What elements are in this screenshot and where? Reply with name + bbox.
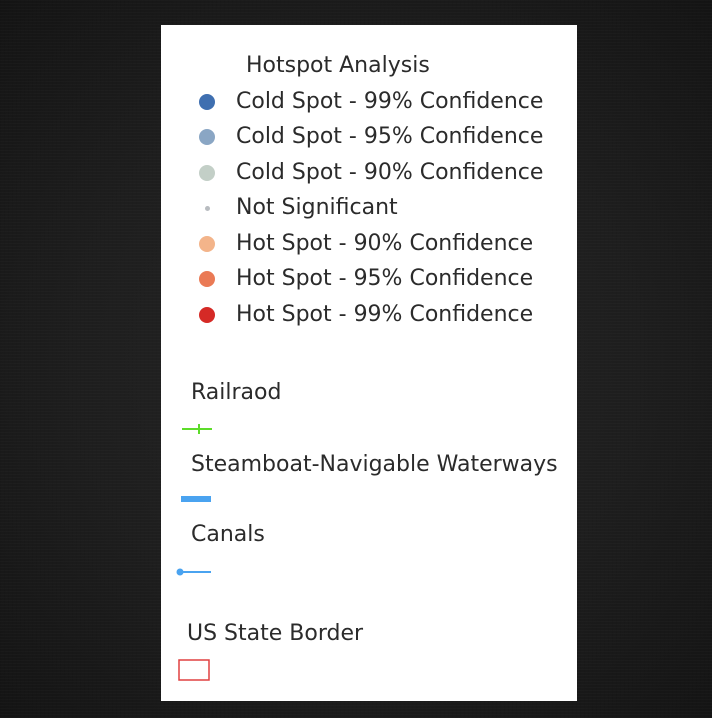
hot-spot-95-dot-icon — [199, 271, 215, 287]
legend-item-label: Not Significant — [236, 195, 398, 220]
legend-item-label: Cold Spot - 90% Confidence — [236, 160, 544, 185]
cold-spot-95-dot-icon — [199, 129, 215, 145]
legend-item-cold-spot-99: Cold Spot - 99% Confidence — [161, 87, 577, 117]
legend-item-hot-spot-90: Hot Spot - 90% Confidence — [161, 229, 577, 259]
railroad-label: Railraod — [191, 380, 282, 405]
state-border-label: US State Border — [187, 621, 364, 646]
state-border-box — [178, 659, 210, 681]
legend-item-label: Cold Spot - 99% Confidence — [236, 89, 544, 114]
cold-spot-90-dot-icon — [199, 165, 215, 181]
cold-spot-99-dot-icon — [199, 94, 215, 110]
legend-item-label: Hot Spot - 99% Confidence — [236, 302, 534, 327]
waterways-label: Steamboat-Navigable Waterways — [191, 452, 558, 477]
legend-item-label: Cold Spot - 95% Confidence — [236, 124, 544, 149]
hotspot-analysis-title: Hotspot Analysis — [246, 53, 430, 78]
legend-item-hot-spot-95: Hot Spot - 95% Confidence — [161, 264, 577, 294]
waterway-line-icon — [181, 496, 211, 502]
railroad-line-icon — [182, 424, 212, 434]
legend-item-cold-spot-90: Cold Spot - 90% Confidence — [161, 158, 577, 188]
legend-item-not-significant: Not Significant — [161, 193, 577, 223]
legend-item-label: Hot Spot - 90% Confidence — [236, 231, 534, 256]
waterway-bar — [181, 496, 211, 502]
not-significant-dot-icon — [205, 206, 210, 211]
state-border-box-icon — [178, 659, 210, 681]
map-legend: Hotspot Analysis Cold Spot - 99% Confide… — [161, 25, 577, 701]
canal-line-icon — [176, 568, 211, 576]
legend-item-cold-spot-95: Cold Spot - 95% Confidence — [161, 122, 577, 152]
hot-spot-90-dot-icon — [199, 236, 215, 252]
legend-item-hot-spot-99: Hot Spot - 99% Confidence — [161, 300, 577, 330]
legend-item-label: Hot Spot - 95% Confidence — [236, 266, 534, 291]
canals-label: Canals — [191, 522, 265, 547]
hot-spot-99-dot-icon — [199, 307, 215, 323]
